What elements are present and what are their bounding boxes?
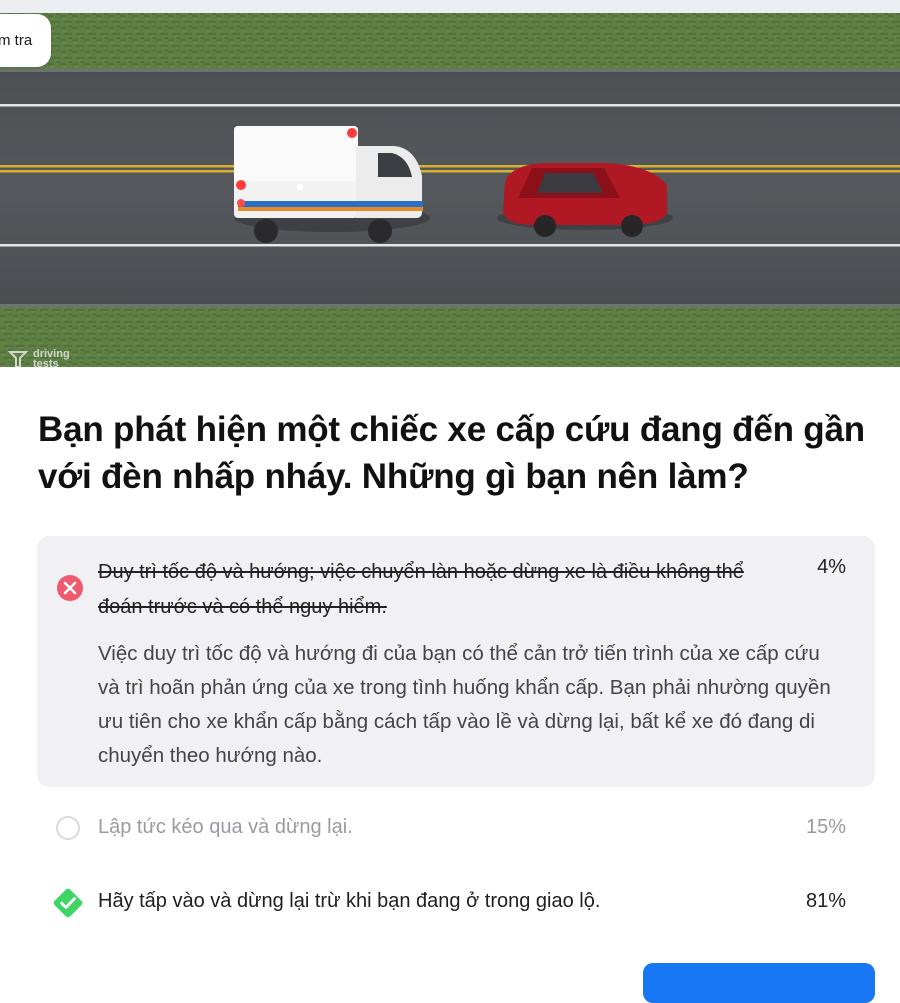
- top-strip: [0, 0, 900, 13]
- answer-option-3[interactable]: Hãy tấp vào và dừng lại trừ khi bạn đang…: [37, 883, 875, 923]
- answer-option-2-percent: 15%: [805, 816, 846, 838]
- test-pill-button[interactable]: m tra: [0, 14, 51, 67]
- answer-option-3-text: Hãy tấp vào và dừng lại trừ khi bạn đang…: [98, 890, 601, 912]
- answer-option-1[interactable]: Duy trì tốc độ và hướng; việc chuyển làn…: [37, 536, 875, 787]
- question-title: Bạn phát hiện một chiếc xe cấp cứu đang …: [38, 410, 865, 496]
- next-button[interactable]: [643, 963, 875, 1003]
- watermark: driving tests: [8, 349, 70, 367]
- answer-option-1-text: Duy trì tốc độ và hướng; việc chuyển làn…: [98, 561, 744, 618]
- driving-tests-logo-icon: [8, 351, 29, 367]
- answer-option-3-percent: 81%: [805, 890, 846, 912]
- watermark-line2: tests: [33, 358, 59, 368]
- test-pill-label: m tra: [0, 32, 33, 49]
- red-car-illustration: [497, 163, 673, 237]
- x-circle-icon: [57, 575, 83, 601]
- radio-empty-icon: [56, 816, 80, 840]
- answer-explanation: Việc duy trì tốc độ và hướng đi của bạn …: [98, 642, 831, 767]
- answer-option-1-percent: 4%: [817, 556, 846, 578]
- check-diamond-icon: [53, 888, 83, 918]
- answer-option-2[interactable]: Lập tức kéo qua và dừng lại. 15%: [37, 809, 875, 849]
- question-image: driving tests: [0, 13, 900, 367]
- answer-option-2-text: Lập tức kéo qua và dừng lại.: [98, 816, 353, 838]
